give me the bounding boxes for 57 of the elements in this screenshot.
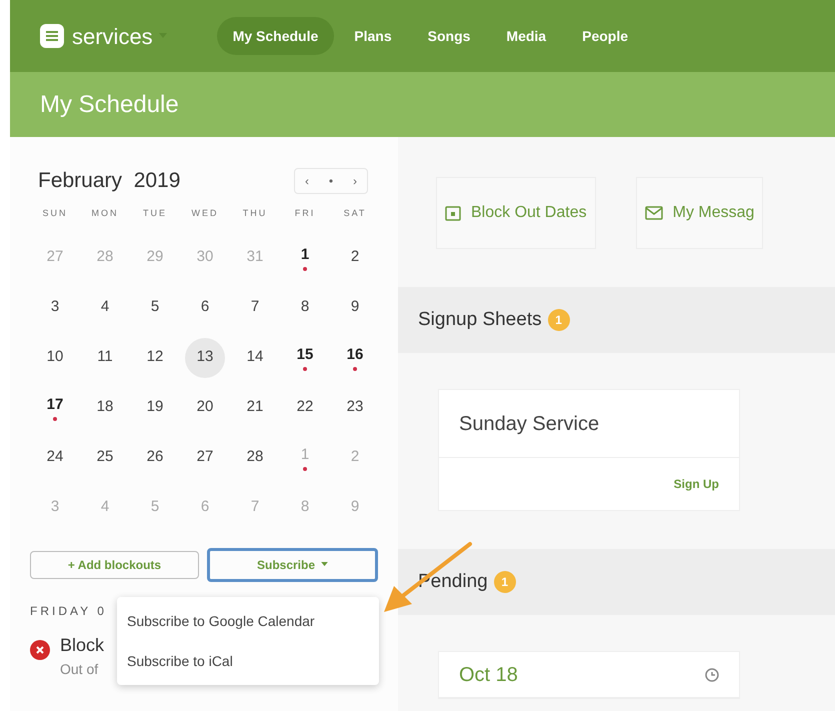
- calendar-day[interactable]: 8: [285, 288, 325, 328]
- weekday-label: TUE: [142, 206, 168, 220]
- calendar-day[interactable]: 4: [85, 288, 125, 328]
- nav-tab[interactable]: My Schedule: [216, 17, 334, 55]
- count-badge: 1: [548, 309, 570, 331]
- calendar-day[interactable]: 21: [235, 388, 275, 428]
- calendar-day[interactable]: 5: [135, 288, 175, 328]
- weekday-label: SUN: [41, 206, 68, 220]
- day-heading: FRIDAY 0: [30, 602, 108, 620]
- weekday-label: WED: [190, 206, 220, 220]
- page-title: My Schedule: [40, 90, 179, 120]
- calendar-day[interactable]: 25: [85, 438, 125, 478]
- calendar-day[interactable]: 20: [185, 388, 225, 428]
- caret-icon: [321, 562, 328, 567]
- calendar-day[interactable]: 28: [235, 438, 275, 478]
- month-nav-button[interactable]: •: [319, 168, 343, 193]
- calendar-day[interactable]: 3: [35, 288, 75, 328]
- clock-icon: [705, 668, 719, 682]
- calendar-day[interactable]: 14: [235, 338, 275, 378]
- calendar-day[interactable]: 24: [35, 438, 75, 478]
- envelope-icon: [644, 206, 663, 220]
- calendar-day[interactable]: 9: [335, 288, 375, 328]
- calendar-day[interactable]: 23: [335, 388, 375, 428]
- calendar-day[interactable]: 27: [185, 438, 225, 478]
- calendar-day[interactable]: 12: [135, 338, 175, 378]
- calendar-day[interactable]: 26: [135, 438, 175, 478]
- count-badge: 1: [494, 571, 516, 593]
- card-title: Sunday Service: [459, 412, 600, 436]
- calendar-day[interactable]: 6: [185, 288, 225, 328]
- calendar-day[interactable]: 15: [285, 338, 325, 378]
- weekday-label: SAT: [342, 206, 368, 220]
- menu-item[interactable]: Subscribe to iCal: [117, 641, 379, 681]
- close-icon[interactable]: [30, 640, 50, 660]
- calendar-day[interactable]: 22: [285, 388, 325, 428]
- calendar-icon: [445, 205, 461, 221]
- weekday-label: MON: [90, 206, 120, 220]
- card-title: Oct 18: [459, 662, 518, 688]
- calendar-day[interactable]: 11: [85, 338, 125, 378]
- calendar-day[interactable]: 19: [135, 388, 175, 428]
- month-nav-button[interactable]: ‹: [295, 168, 319, 193]
- app-logo-icon: [40, 24, 64, 48]
- calendar-day[interactable]: 1: [285, 238, 325, 278]
- calendar-day[interactable]: 7: [235, 288, 275, 328]
- weekday-label: THU: [242, 206, 268, 220]
- calendar-day[interactable]: 16: [335, 338, 375, 378]
- month-nav-button[interactable]: ›: [343, 168, 367, 193]
- blockout-subtitle: Out of: [60, 660, 100, 678]
- weekday-label: FRI: [294, 206, 316, 220]
- calendar-day[interactable]: 2: [335, 238, 375, 278]
- calendar-month-title: February 2019: [38, 168, 180, 194]
- calendar-day[interactable]: 10: [35, 338, 75, 378]
- calendar-day[interactable]: 13: [185, 338, 225, 378]
- section-title: Signup Sheets: [418, 308, 542, 332]
- blockout-title: Block: [60, 634, 104, 656]
- calendar-day[interactable]: 17: [35, 388, 75, 428]
- calendar-day[interactable]: 18: [85, 388, 125, 428]
- menu-item[interactable]: Subscribe to Google Calendar: [117, 601, 379, 641]
